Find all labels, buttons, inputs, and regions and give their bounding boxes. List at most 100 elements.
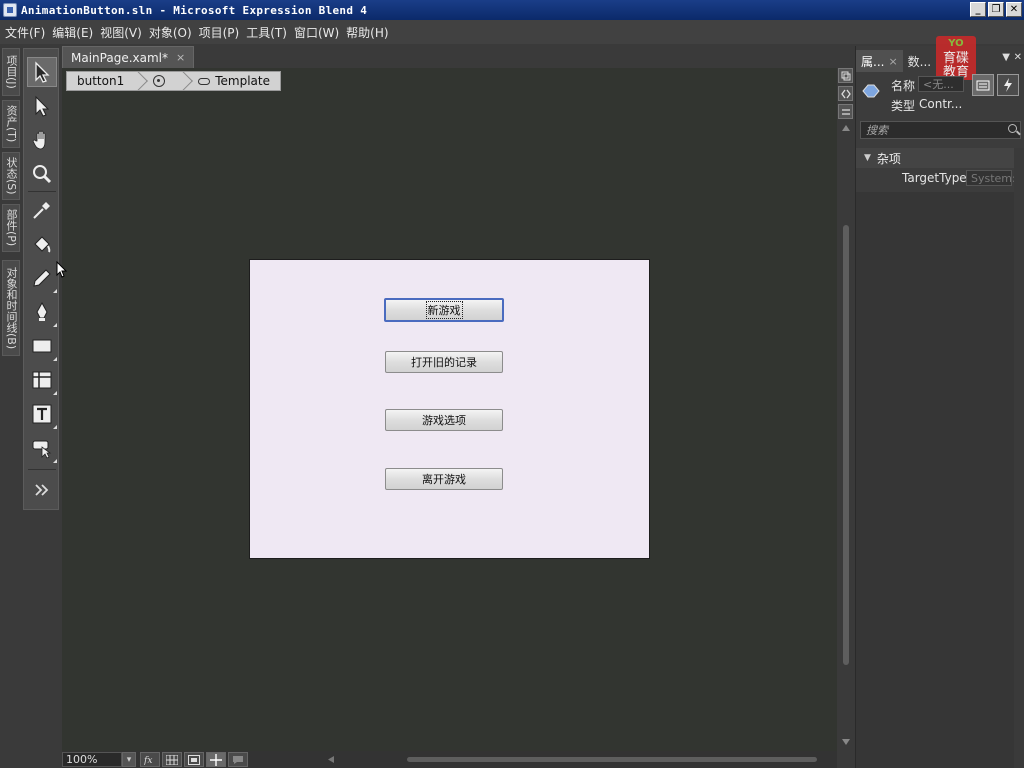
pan-tool[interactable] [27,125,57,155]
breadcrumb-button1[interactable]: button1 [66,71,149,91]
asset-tool[interactable] [27,433,57,463]
fx-icon: fx [144,756,152,765]
side-tab-states[interactable]: 状态(S) [2,152,20,200]
tab-properties[interactable]: 属... × [856,50,903,72]
menu-project[interactable]: 项目(P) [198,24,246,41]
panel-close-icon[interactable]: ✕ [1014,52,1022,63]
button-exit-game[interactable]: 离开游戏 [385,468,503,490]
annotations-button[interactable] [228,752,248,767]
grid-tool[interactable] [27,365,57,395]
button-open-saved[interactable]: 打开旧的记录 [385,351,503,373]
horizontal-scrollbar[interactable] [327,755,897,764]
pin-icon[interactable]: ▼ [1002,52,1010,63]
selection-tool[interactable] [27,57,57,87]
search-icon [1008,124,1017,133]
type-value: Contr... [919,97,963,111]
arrow-icon [35,61,50,83]
menu-view[interactable]: 视图(V) [99,24,148,41]
snap-grid-icon [188,754,200,765]
code-brackets-icon [840,89,851,98]
app-icon [3,3,17,17]
button-game-options[interactable]: 游戏选项 [385,409,503,431]
side-panel-tabs: 项目(J) 资产(T) 状态(S) 部件(P) 对象和时间线(B) [0,44,22,768]
window-title: AnimationButton.sln - Microsoft Expressi… [21,3,368,17]
menu-object[interactable]: 对象(O) [148,24,198,41]
logo-text: 育碟 [942,50,969,66]
side-tab-assets[interactable]: 资产(T) [2,100,20,148]
paint-bucket-icon [34,236,51,253]
snap-toggle-button[interactable]: fx [140,752,160,767]
side-tab-objects-timeline[interactable]: 对象和时间线(B) [2,260,20,356]
side-tab-projects[interactable]: 项目(J) [2,48,20,96]
scroll-down-icon[interactable] [842,738,850,746]
paint-bucket-tool[interactable] [27,229,57,259]
vertical-scroll-thumb[interactable] [843,225,849,665]
eyedropper-tool[interactable] [27,195,57,225]
restore-button[interactable]: ❐ [988,2,1004,17]
snap-to-grid-button[interactable] [184,752,204,767]
tool-separator [28,191,56,192]
comment-icon [233,755,243,764]
menu-window[interactable]: 窗口(W) [293,24,345,41]
menu-file[interactable]: 文件(F) [4,24,51,41]
menu-edit[interactable]: 编辑(E) [51,24,99,41]
properties-panel: 属... × 数... YO 育碟 教育 ▼ ✕ 名称 <无... 类型 Con… [855,36,1024,768]
events-view-button[interactable] [997,74,1019,96]
tab-close-icon[interactable]: × [888,55,897,68]
tab-data[interactable]: 数... [903,50,936,72]
template-icon [198,77,211,85]
brush-transform-tool[interactable] [27,263,57,293]
targettype-label: TargetType [902,171,967,185]
properties-scrollbar[interactable] [1014,148,1024,768]
properties-view-button[interactable] [972,74,994,96]
scroll-left-icon[interactable] [327,755,335,764]
tab-label: 数... [907,54,932,69]
zoom-input[interactable]: 100% [62,752,122,767]
split-view-icon [841,108,850,115]
pen-nib-icon [36,301,48,321]
text-tool[interactable] [27,399,57,429]
mouse-cursor-icon [56,261,68,278]
show-grid-button[interactable] [162,752,182,767]
split-view-button[interactable] [838,104,853,119]
watermark-logo: YO 育碟 教育 [936,36,976,80]
document-tab[interactable]: MainPage.xaml* × [62,46,195,68]
rectangle-tool[interactable] [27,331,57,361]
snap-to-snaplines-button[interactable] [206,752,226,767]
logo-mark: YO [948,37,964,49]
side-tab-parts[interactable]: 部件(P) [2,204,20,252]
direct-selection-tool[interactable] [27,91,57,121]
scroll-up-icon[interactable] [842,124,850,132]
view-toggle-button[interactable] [838,68,853,83]
name-input[interactable]: <无... [918,76,964,92]
rectangle-icon [32,339,52,353]
asset-library-toggle[interactable] [27,475,57,505]
breadcrumb-item-label: button1 [77,74,125,88]
object-type-icon [862,84,880,98]
properties-icon [976,80,990,91]
button-label: 游戏选项 [422,414,466,427]
button-label: 离开游戏 [422,473,466,486]
horizontal-scroll-thumb[interactable] [407,757,817,762]
minimize-button[interactable]: _ [970,2,986,17]
property-search-input[interactable]: 搜索 [860,121,1021,139]
grid-icon [166,754,178,765]
artboard[interactable]: 新游戏 打开旧的记录 游戏选项 离开游戏 [249,259,650,559]
zoom-dropdown-icon[interactable]: ▾ [122,752,136,767]
document-tab-close-icon[interactable]: × [176,51,185,64]
menu-help[interactable]: 帮助(H) [345,24,394,41]
menu-tools[interactable]: 工具(T) [245,24,293,41]
breadcrumb-template[interactable]: Template [183,71,281,91]
zoom-tool[interactable] [27,159,57,189]
pen-tool[interactable] [27,297,57,327]
direct-arrow-icon [35,95,50,117]
type-label: 类型 [891,99,916,113]
button-new-game[interactable]: 新游戏 [384,298,504,322]
xaml-view-button[interactable] [838,86,853,101]
name-label: 名称 [891,79,916,93]
targettype-input[interactable]: System: [966,170,1016,186]
document-tab-bar: MainPage.xaml* × [62,46,837,68]
close-button[interactable]: ✕ [1006,2,1022,17]
category-misc[interactable]: ▼ 杂项 [856,148,1016,168]
grid-icon [32,371,52,389]
